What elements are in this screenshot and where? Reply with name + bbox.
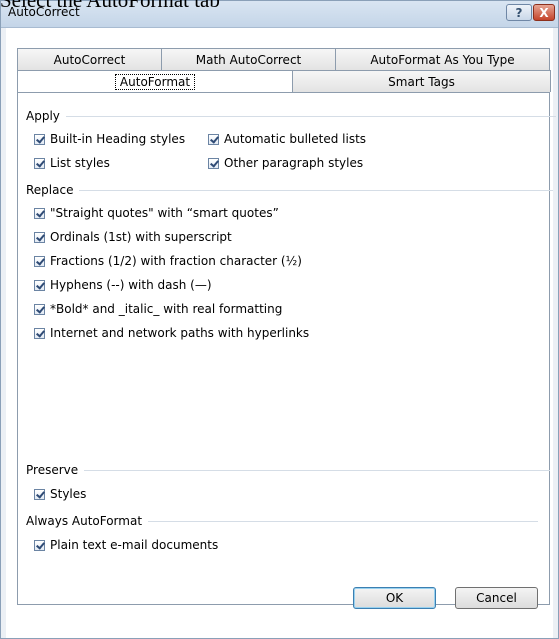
document-caption: Select the AutoFormat tab: [0, 0, 220, 12]
group-label: Replace: [26, 183, 74, 197]
tab-label: Smart Tags: [388, 74, 455, 89]
checkbox-checked-icon: [34, 207, 45, 219]
group-divider: [79, 189, 554, 191]
checkbox-label: Hyphens (--) with dash (—): [50, 278, 212, 292]
checkbox-hyphens[interactable]: Hyphens (--) with dash (—): [34, 278, 212, 292]
checkbox-styles[interactable]: Styles: [34, 487, 86, 501]
tab-row-front: AutoFormat Smart Tags: [17, 70, 551, 93]
checkbox-checked-icon: [34, 327, 45, 339]
tab-autoformat-as-you-type[interactable]: AutoFormat As You Type: [335, 48, 550, 70]
checkbox-checked-icon: [34, 539, 45, 551]
checkbox-checked-icon: [34, 279, 45, 291]
group-apply: Apply: [26, 109, 556, 123]
dialog-body: AutoCorrect Math AutoCorrect AutoFormat …: [6, 28, 556, 638]
tab-autoformat[interactable]: AutoFormat: [17, 70, 293, 93]
checkbox-checked-icon: [208, 157, 219, 169]
checkbox-other-paragraph-styles[interactable]: Other paragraph styles: [208, 156, 363, 170]
group-divider: [65, 115, 556, 117]
checkbox-automatic-bulleted-lists[interactable]: Automatic bulleted lists: [208, 132, 366, 146]
checkbox-label: Fractions (1/2) with fraction character …: [50, 254, 302, 268]
checkbox-fractions[interactable]: Fractions (1/2) with fraction character …: [34, 254, 302, 268]
checkbox-label: Automatic bulleted lists: [224, 132, 367, 146]
checkbox-builtin-heading-styles[interactable]: Built-in Heading styles: [34, 132, 185, 146]
autocorrect-dialog: AutoCorrect ? X AutoCorrect Math AutoCor…: [0, 0, 559, 639]
tab-label: AutoFormat As You Type: [370, 52, 515, 67]
tab-smart-tags[interactable]: Smart Tags: [292, 70, 551, 92]
group-label: Always AutoFormat: [26, 514, 143, 528]
checkbox-internet-paths[interactable]: Internet and network paths with hyperlin…: [34, 326, 309, 340]
autoformat-panel: Apply Built-in Heading styles Automatic …: [17, 92, 556, 605]
tab-autocorrect[interactable]: AutoCorrect: [17, 48, 162, 70]
tab-label: AutoFormat: [114, 74, 196, 90]
checkbox-label: Styles: [50, 487, 87, 501]
help-icon: ?: [515, 5, 523, 20]
tab-math-autocorrect[interactable]: Math AutoCorrect: [161, 48, 336, 70]
group-divider: [84, 469, 551, 471]
checkbox-ordinals[interactable]: Ordinals (1st) with superscript: [34, 230, 232, 244]
group-preserve: Preserve: [26, 463, 551, 477]
checkbox-list-styles[interactable]: List styles: [34, 156, 110, 170]
group-divider: [148, 520, 539, 522]
checkbox-checked-icon: [34, 133, 45, 145]
checkbox-label: Other paragraph styles: [224, 156, 364, 170]
checkbox-label: Internet and network paths with hyperlin…: [50, 326, 310, 340]
checkbox-checked-icon: [34, 255, 45, 267]
checkbox-plain-text-email[interactable]: Plain text e-mail documents: [34, 538, 218, 552]
close-icon: X: [539, 5, 549, 20]
cancel-button[interactable]: Cancel: [455, 587, 538, 609]
group-always-autoformat: Always AutoFormat: [26, 514, 539, 528]
group-replace: Replace: [26, 183, 554, 197]
checkbox-bold-italic[interactable]: *Bold* and _italic_ with real formatting: [34, 302, 282, 316]
checkbox-checked-icon: [34, 303, 45, 315]
checkbox-label: *Bold* and _italic_ with real formatting: [50, 302, 283, 316]
tab-label: Math AutoCorrect: [195, 52, 302, 67]
checkbox-label: "Straight quotes" with “smart quotes”: [50, 206, 279, 220]
close-button[interactable]: X: [533, 4, 555, 21]
checkbox-label: Plain text e-mail documents: [50, 538, 219, 552]
help-button[interactable]: ?: [506, 4, 532, 21]
checkbox-checked-icon: [34, 231, 45, 243]
checkbox-checked-icon: [34, 488, 45, 500]
checkbox-checked-icon: [34, 157, 45, 169]
checkbox-label: List styles: [50, 156, 110, 170]
button-label: OK: [385, 591, 404, 605]
group-label: Preserve: [26, 463, 79, 477]
tab-label: AutoCorrect: [53, 52, 126, 67]
group-label: Apply: [26, 109, 60, 123]
ok-button[interactable]: OK: [353, 587, 436, 609]
checkbox-straight-quotes[interactable]: "Straight quotes" with “smart quotes”: [34, 206, 279, 220]
button-label: Cancel: [476, 591, 517, 605]
checkbox-checked-icon: [208, 133, 219, 145]
tab-row-back: AutoCorrect Math AutoCorrect AutoFormat …: [17, 48, 550, 70]
checkbox-label: Ordinals (1st) with superscript: [50, 230, 232, 244]
checkbox-label: Built-in Heading styles: [50, 132, 186, 146]
